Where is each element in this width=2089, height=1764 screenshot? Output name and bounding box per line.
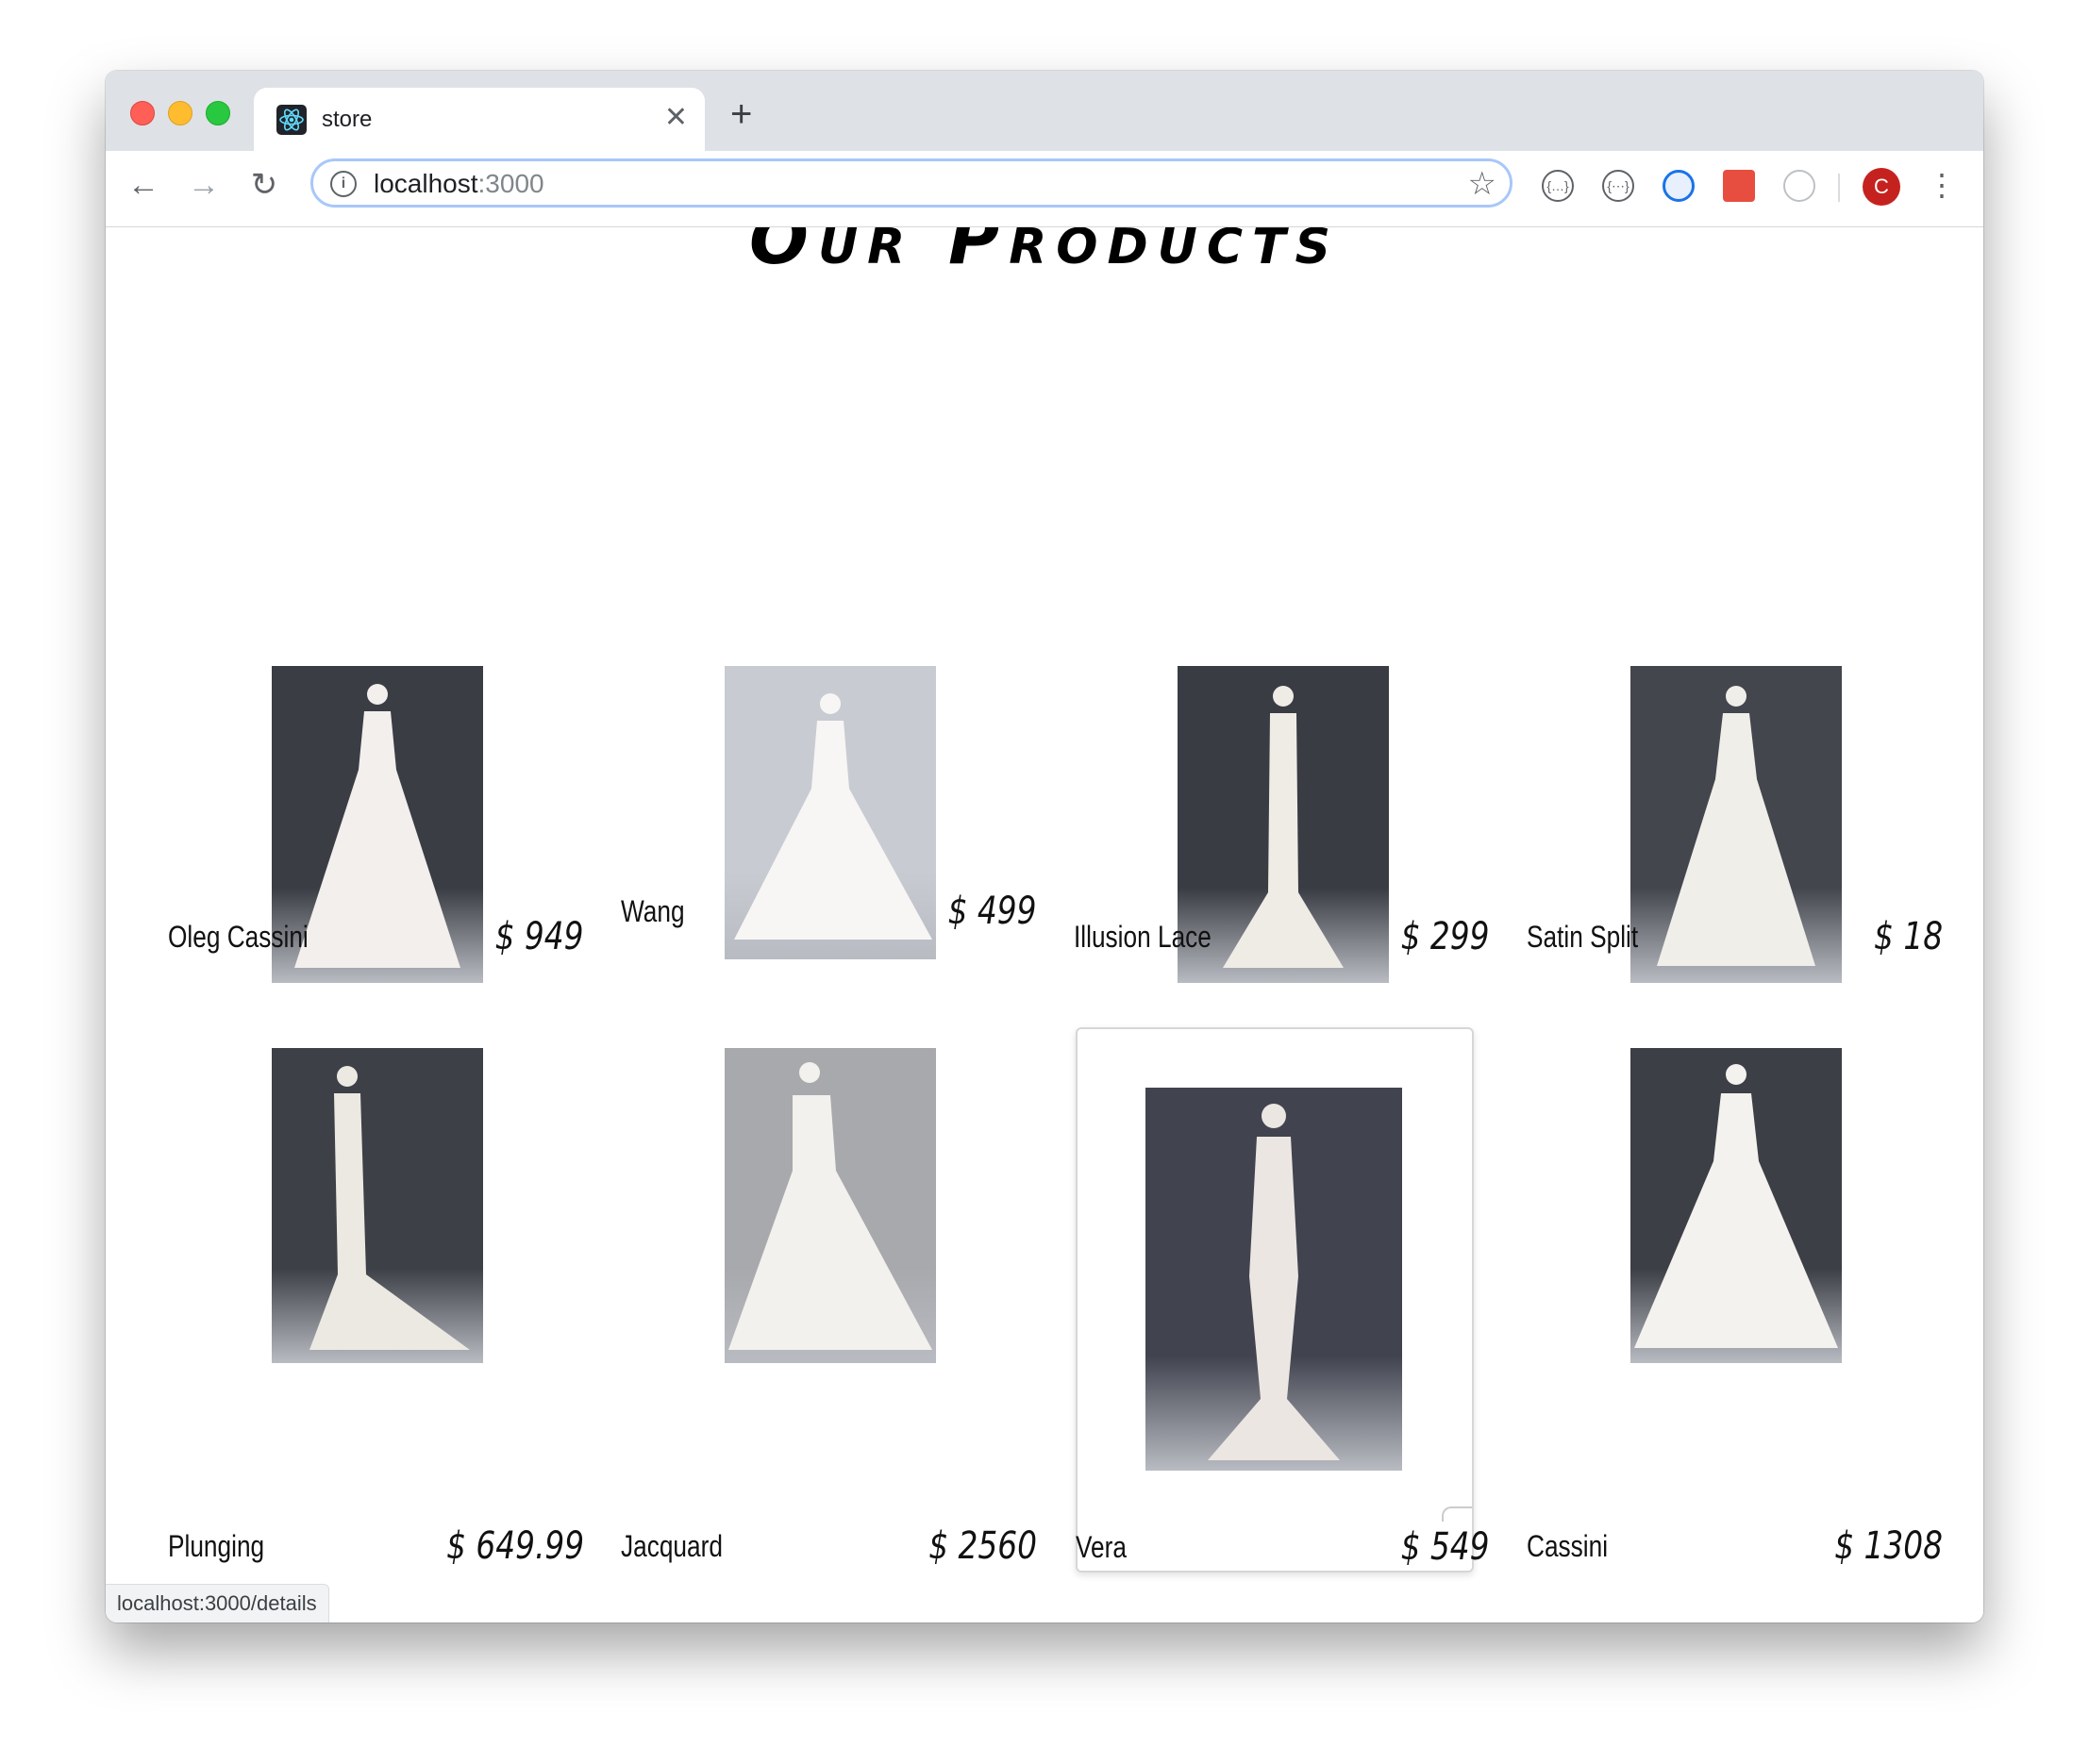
product-card[interactable] bbox=[166, 1048, 562, 1595]
page-title: Our Products bbox=[749, 227, 1340, 280]
profile-avatar[interactable]: C bbox=[1863, 168, 1900, 206]
product-image[interactable] bbox=[1630, 666, 1842, 983]
new-tab-icon[interactable]: + bbox=[730, 95, 752, 133]
product-image[interactable] bbox=[725, 666, 936, 959]
url-text: localhost:3000 bbox=[374, 169, 544, 198]
tab-title: store bbox=[322, 107, 373, 132]
redux-devtools-extension-icon[interactable] bbox=[1723, 170, 1755, 202]
product-image[interactable] bbox=[725, 1048, 936, 1363]
close-tab-icon[interactable]: ✕ bbox=[664, 101, 688, 135]
json-viewer-extension-icon[interactable]: {…} bbox=[1542, 170, 1574, 202]
more-menu-icon[interactable]: ⋮ bbox=[1927, 164, 1957, 206]
status-bar-url: localhost:3000/details bbox=[106, 1584, 329, 1623]
react-devtools-extension-icon[interactable] bbox=[1783, 170, 1815, 202]
back-arrow-icon[interactable]: ← bbox=[123, 164, 164, 206]
product-price: $ 649.99 bbox=[445, 1524, 584, 1568]
gown-icon bbox=[309, 1066, 470, 1350]
product-card[interactable] bbox=[166, 437, 562, 984]
site-info-icon[interactable]: i bbox=[330, 171, 357, 197]
product-name[interactable]: Wang bbox=[621, 894, 685, 929]
circle-extension-icon[interactable] bbox=[1663, 170, 1695, 202]
product-card-hovered[interactable] bbox=[1076, 1027, 1474, 1573]
gown-icon bbox=[1634, 1064, 1838, 1348]
product-image[interactable] bbox=[272, 1048, 483, 1363]
product-image[interactable] bbox=[1630, 1048, 1842, 1363]
toolbar-divider bbox=[1838, 174, 1840, 202]
product-name[interactable]: Cassini bbox=[1527, 1529, 1608, 1564]
window-close-button[interactable] bbox=[130, 101, 155, 125]
product-card[interactable] bbox=[619, 1048, 1015, 1595]
product-price: $ 549 bbox=[1401, 1525, 1490, 1569]
product-price: $ 18 bbox=[1873, 915, 1943, 958]
cart-corner-icon[interactable] bbox=[1442, 1506, 1472, 1522]
gown-icon bbox=[734, 693, 932, 940]
page-viewport: Our Products Oleg Cassini $ 949 Wang $ 4… bbox=[106, 227, 1983, 1623]
product-image[interactable] bbox=[1145, 1088, 1402, 1471]
product-name[interactable]: Plunging bbox=[168, 1529, 264, 1564]
product-name[interactable]: Jacquard bbox=[621, 1529, 723, 1564]
product-price: $ 499 bbox=[948, 890, 1037, 933]
reload-icon[interactable]: ↻ bbox=[243, 164, 285, 206]
product-card[interactable] bbox=[1072, 437, 1468, 984]
product-price: $ 1308 bbox=[1834, 1524, 1943, 1568]
window-minimize-button[interactable] bbox=[168, 101, 192, 125]
tab-strip: store ✕ + bbox=[106, 71, 1983, 151]
tab-store[interactable]: store ✕ bbox=[254, 88, 705, 151]
product-name[interactable]: Illusion Lace bbox=[1074, 920, 1212, 955]
gown-icon bbox=[728, 1062, 932, 1350]
product-card[interactable] bbox=[1525, 437, 1921, 984]
window-maximize-button[interactable] bbox=[206, 101, 230, 125]
product-card[interactable] bbox=[1525, 1048, 1921, 1595]
json-formatter-extension-icon[interactable]: {⋯} bbox=[1602, 170, 1634, 202]
product-price: $ 299 bbox=[1401, 915, 1490, 958]
browser-window: store ✕ + ← → ↻ i localhost:3000 ☆ {…} {… bbox=[106, 71, 1983, 1623]
product-price: $ 2560 bbox=[928, 1524, 1037, 1568]
product-price: $ 949 bbox=[495, 915, 584, 958]
product-name[interactable]: Vera bbox=[1076, 1530, 1127, 1565]
gown-icon bbox=[1208, 1104, 1340, 1460]
product-name[interactable]: Satin Split bbox=[1527, 920, 1638, 955]
gown-icon bbox=[1657, 686, 1815, 966]
browser-toolbar: ← → ↻ i localhost:3000 ☆ {…} {⋯} C ⋮ bbox=[106, 151, 1983, 227]
address-bar[interactable]: i localhost:3000 ☆ bbox=[310, 158, 1512, 208]
forward-arrow-icon[interactable]: → bbox=[183, 164, 225, 206]
react-favicon-icon bbox=[276, 105, 307, 135]
product-name[interactable]: Oleg Cassini bbox=[168, 920, 309, 955]
bookmark-star-icon[interactable]: ☆ bbox=[1468, 165, 1496, 203]
